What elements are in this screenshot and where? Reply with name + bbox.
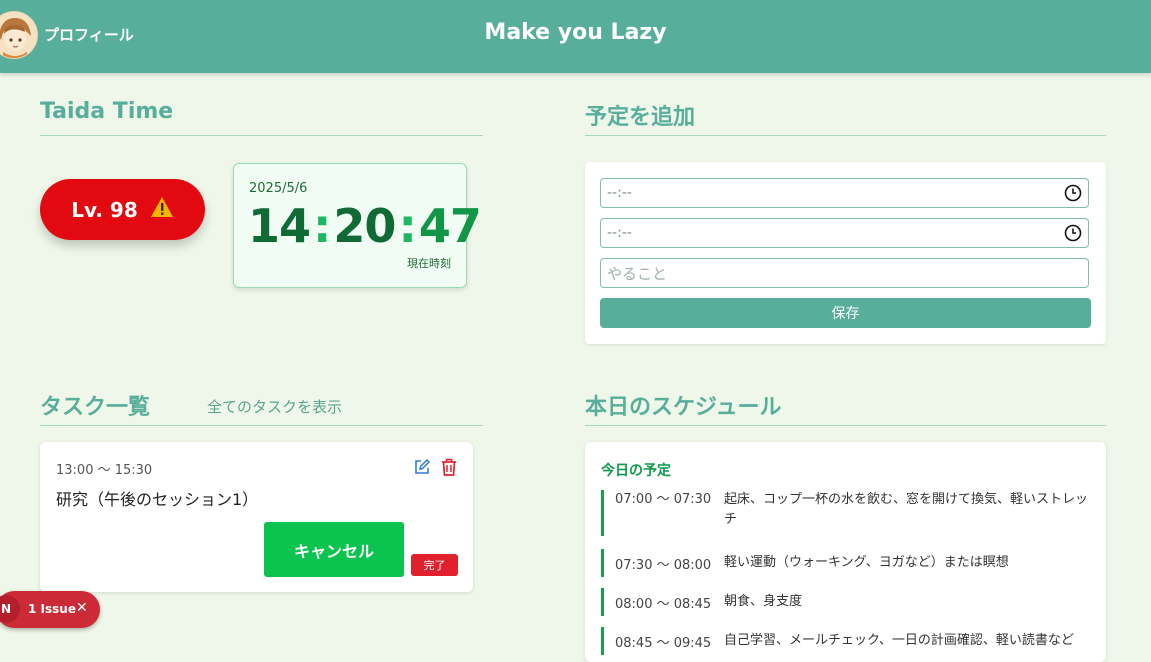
section-title-tasks: タスク一覧 <box>40 395 151 420</box>
clock-seconds: 47 <box>418 199 482 253</box>
section-title-taida: Taida Time <box>40 99 174 124</box>
task-time: 13:00 〜 15:30 <box>56 463 153 478</box>
show-all-tasks-link[interactable]: 全てのタスクを表示 <box>207 396 342 417</box>
todo-input[interactable]: やること <box>600 258 1089 288</box>
section-title-schedule: 本日のスケジュール <box>585 395 782 420</box>
schedule-text: 起床、コップ一杯の水を飲む、窓を開けて換気、軽いストレッチ <box>724 492 1089 527</box>
schedule-time: 07:00 〜 07:30 <box>615 492 712 507</box>
end-time-input[interactable]: --:-- <box>600 218 1089 248</box>
schedule-text: 軽い運動（ウォーキング、ヨガなど）または瞑想 <box>724 555 1009 570</box>
clock-minutes: 20 <box>333 199 396 253</box>
save-button[interactable]: 保存 <box>600 298 1091 328</box>
schedule-item: 07:00 〜 07:30 起床、コップ一杯の水を飲む、窓を開けて換気、軽いスト… <box>601 490 1091 536</box>
clock-date: 2025/5/6 <box>249 181 308 196</box>
start-time-input[interactable]: --:-- <box>600 178 1089 208</box>
task-title: 研究（午後のセッション1） <box>56 490 259 509</box>
schedule-item: 08:00 〜 08:45 朝食、身支度 <box>601 588 1091 616</box>
level-badge: Lv. 98 <box>40 179 205 240</box>
issue-indicator[interactable]: N 1 Issue ✕ <box>0 591 100 628</box>
issue-badge: N <box>0 595 20 623</box>
todo-placeholder: やること <box>607 264 668 283</box>
cancel-button[interactable]: キャンセル <box>264 522 404 577</box>
trash-icon[interactable] <box>440 457 458 481</box>
clock-icon[interactable] <box>1064 224 1082 246</box>
level-label: Lv. 98 <box>71 197 138 222</box>
clock-card: 2025/5/6 14 : 20 : 47 現在時刻 <box>233 163 482 288</box>
schedule-text: 朝食、身支度 <box>724 594 803 609</box>
warning-icon <box>150 196 174 223</box>
complete-button[interactable]: 完了 <box>411 554 458 576</box>
add-schedule-form: --:-- --:-- やること 保存 <box>585 162 1106 344</box>
task-card: 13:00 〜 15:30 研究（午後のセッション1） キャンセル 完了 <box>40 442 473 592</box>
start-time-value: --:-- <box>607 185 632 201</box>
clock-separator: : <box>398 199 416 253</box>
schedule-heading: 今日の予定 <box>601 463 671 479</box>
schedule-time: 08:45 〜 09:45 <box>615 635 712 651</box>
schedule-card: 今日の予定 07:00 〜 07:30 起床、コップ一杯の水を飲む、窓を開けて換… <box>585 442 1106 662</box>
end-time-value: --:-- <box>607 225 632 241</box>
schedule-text: 自己学習、メールチェック、一日の計画確認、軽い読書など <box>724 633 1074 648</box>
clock-caption: 現在時刻 <box>407 257 451 270</box>
section-divider <box>585 425 1106 426</box>
edit-icon[interactable] <box>413 458 431 480</box>
clock-time: 14 : 20 : 47 <box>248 199 482 253</box>
close-icon[interactable]: ✕ <box>76 600 88 616</box>
clock-hours: 14 <box>248 199 311 253</box>
schedule-item: 08:45 〜 09:45 自己学習、メールチェック、一日の計画確認、軽い読書な… <box>601 627 1091 655</box>
app-title: Make you Lazy <box>484 20 667 45</box>
schedule-item: 07:30 〜 08:00 軽い運動（ウォーキング、ヨガなど）または瞑想 <box>601 549 1091 577</box>
clock-separator: : <box>313 199 331 253</box>
section-divider <box>40 425 483 426</box>
schedule-time: 07:30 〜 08:00 <box>615 557 712 573</box>
section-title-add: 予定を追加 <box>585 105 696 130</box>
schedule-time: 08:00 〜 08:45 <box>615 596 712 612</box>
clock-icon[interactable] <box>1064 184 1082 206</box>
app-header: プロフィール Make you Lazy <box>0 0 1151 73</box>
issue-label: 1 Issue <box>28 602 76 616</box>
section-divider <box>40 135 483 136</box>
section-divider <box>585 135 1106 136</box>
